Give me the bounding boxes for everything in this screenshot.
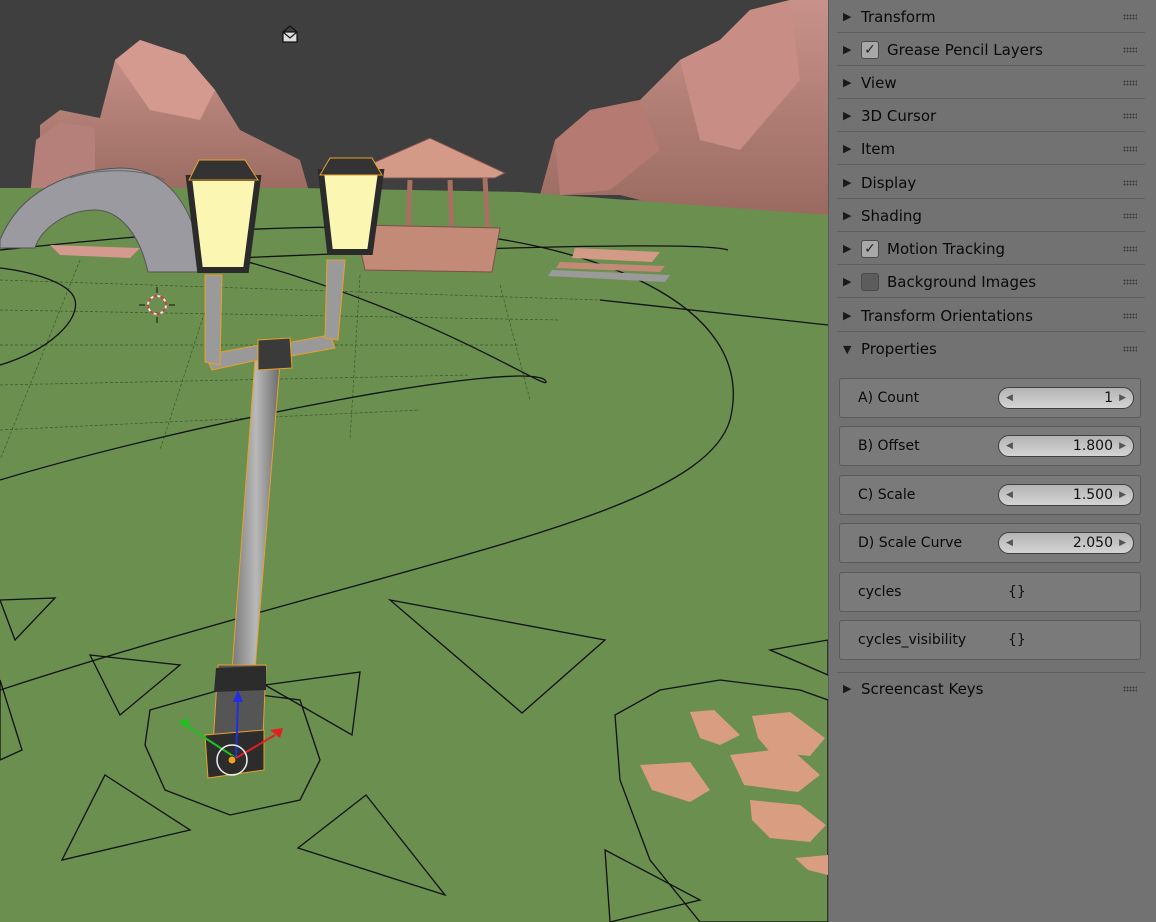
increment-arrow-icon[interactable]: ▶ (1119, 538, 1126, 548)
drag-grip-icon[interactable] (1123, 246, 1137, 252)
count-number-field[interactable]: ◀ 1 ▶ (998, 387, 1134, 409)
increment-arrow-icon[interactable]: ▶ (1119, 490, 1126, 500)
collapse-arrow-icon: ▶ (843, 209, 852, 222)
panel-header-item[interactable]: ▶ Item (837, 133, 1145, 165)
panel-header-screencast-keys[interactable]: ▶ Screencast Keys (837, 672, 1145, 704)
drag-grip-icon[interactable] (1123, 180, 1137, 186)
decrement-arrow-icon[interactable]: ◀ (1006, 490, 1013, 500)
drag-grip-icon[interactable] (1123, 279, 1137, 285)
property-label: cycles_visibility (858, 632, 967, 648)
field-value: 2.050 (1072, 535, 1113, 551)
property-value: {} (1008, 632, 1026, 648)
panel-header-3d-cursor[interactable]: ▶ 3D Cursor (837, 100, 1145, 132)
property-label: D) Scale Curve (858, 535, 963, 551)
scale-curve-number-field[interactable]: ◀ 2.050 ▶ (998, 532, 1134, 554)
drag-grip-icon[interactable] (1123, 113, 1137, 119)
property-row-cycles: cycles {} (839, 572, 1141, 612)
collapse-arrow-icon: ▶ (843, 682, 852, 695)
property-label: B) Offset (858, 438, 920, 454)
property-row-offset: B) Offset ◀ 1.800 ▶ (839, 426, 1141, 466)
panel-label: Display (861, 173, 917, 192)
panel-header-transform-orientations[interactable]: ▶ Transform Orientations (837, 300, 1145, 332)
drag-grip-icon[interactable] (1123, 686, 1137, 692)
offset-number-field[interactable]: ◀ 1.800 ▶ (998, 435, 1134, 457)
panel-header-properties[interactable]: ▼ Properties (837, 333, 1145, 365)
collapse-arrow-icon: ▶ (843, 275, 852, 288)
property-label: C) Scale (858, 487, 916, 503)
field-value: 1.500 (1072, 487, 1113, 503)
collapse-arrow-icon: ▶ (843, 10, 852, 23)
panel-header-background-images[interactable]: ▶ Background Images (837, 266, 1145, 298)
panel-label: 3D Cursor (861, 106, 937, 125)
decrement-arrow-icon[interactable]: ◀ (1006, 393, 1013, 403)
expand-arrow-icon: ▼ (843, 342, 852, 356)
decrement-arrow-icon[interactable]: ◀ (1006, 441, 1013, 451)
panel-header-motion-tracking[interactable]: ▶ ✓ Motion Tracking (837, 233, 1145, 265)
drag-grip-icon[interactable] (1123, 346, 1137, 352)
scale-number-field[interactable]: ◀ 1.500 ▶ (998, 484, 1134, 506)
increment-arrow-icon[interactable]: ▶ (1119, 393, 1126, 403)
checkbox-background-images[interactable] (861, 272, 879, 291)
properties-sidebar[interactable]: ▶ Transform ▶ ✓ Grease Pencil Layers ▶ V… (828, 0, 1156, 922)
panel-label: Background Images (887, 272, 1037, 291)
checkbox-motion-tracking[interactable]: ✓ (861, 239, 879, 258)
property-row-cycles-visibility: cycles_visibility {} (839, 620, 1141, 660)
panel-label: Motion Tracking (887, 239, 1006, 258)
field-value: 1 (1104, 390, 1113, 406)
panel-header-display[interactable]: ▶ Display (837, 167, 1145, 199)
collapse-arrow-icon: ▶ (843, 109, 852, 122)
drag-grip-icon[interactable] (1123, 47, 1137, 53)
property-row-count: A) Count ◀ 1 ▶ (839, 378, 1141, 418)
panel-label: Item (861, 139, 896, 158)
drag-grip-icon[interactable] (1123, 213, 1137, 219)
panel-label: Transform Orientations (861, 306, 1033, 325)
property-label: cycles (858, 584, 902, 600)
panel-header-transform[interactable]: ▶ Transform (837, 1, 1145, 33)
collapse-arrow-icon: ▶ (843, 176, 852, 189)
panel-label: Grease Pencil Layers (887, 40, 1043, 59)
drag-grip-icon[interactable] (1123, 14, 1137, 20)
property-value: {} (1008, 584, 1026, 600)
panel-header-view[interactable]: ▶ View (837, 67, 1145, 99)
field-value: 1.800 (1072, 438, 1113, 454)
property-row-scale-curve: D) Scale Curve ◀ 2.050 ▶ (839, 523, 1141, 563)
panel-header-grease-pencil-layers[interactable]: ▶ ✓ Grease Pencil Layers (837, 34, 1145, 66)
panel-label: Shading (861, 206, 922, 225)
decrement-arrow-icon[interactable]: ◀ (1006, 538, 1013, 548)
collapse-arrow-icon: ▶ (843, 309, 852, 322)
panel-label: Screencast Keys (861, 679, 984, 698)
collapse-arrow-icon: ▶ (843, 242, 852, 255)
drag-grip-icon[interactable] (1123, 146, 1137, 152)
drag-grip-icon[interactable] (1123, 313, 1137, 319)
checkbox-grease-pencil[interactable]: ✓ (861, 40, 879, 59)
property-label: A) Count (858, 390, 920, 406)
increment-arrow-icon[interactable]: ▶ (1119, 441, 1126, 451)
property-row-scale: C) Scale ◀ 1.500 ▶ (839, 475, 1141, 515)
panel-label: Properties (861, 340, 937, 358)
collapse-arrow-icon: ▶ (843, 43, 852, 56)
collapse-arrow-icon: ▶ (843, 142, 852, 155)
panel-label: View (861, 73, 897, 92)
panel-header-shading[interactable]: ▶ Shading (837, 200, 1145, 232)
ground-plane (0, 188, 828, 922)
panel-label: Transform (861, 7, 936, 26)
collapse-arrow-icon: ▶ (843, 76, 852, 89)
drag-grip-icon[interactable] (1123, 80, 1137, 86)
3d-viewport[interactable] (0, 0, 828, 922)
